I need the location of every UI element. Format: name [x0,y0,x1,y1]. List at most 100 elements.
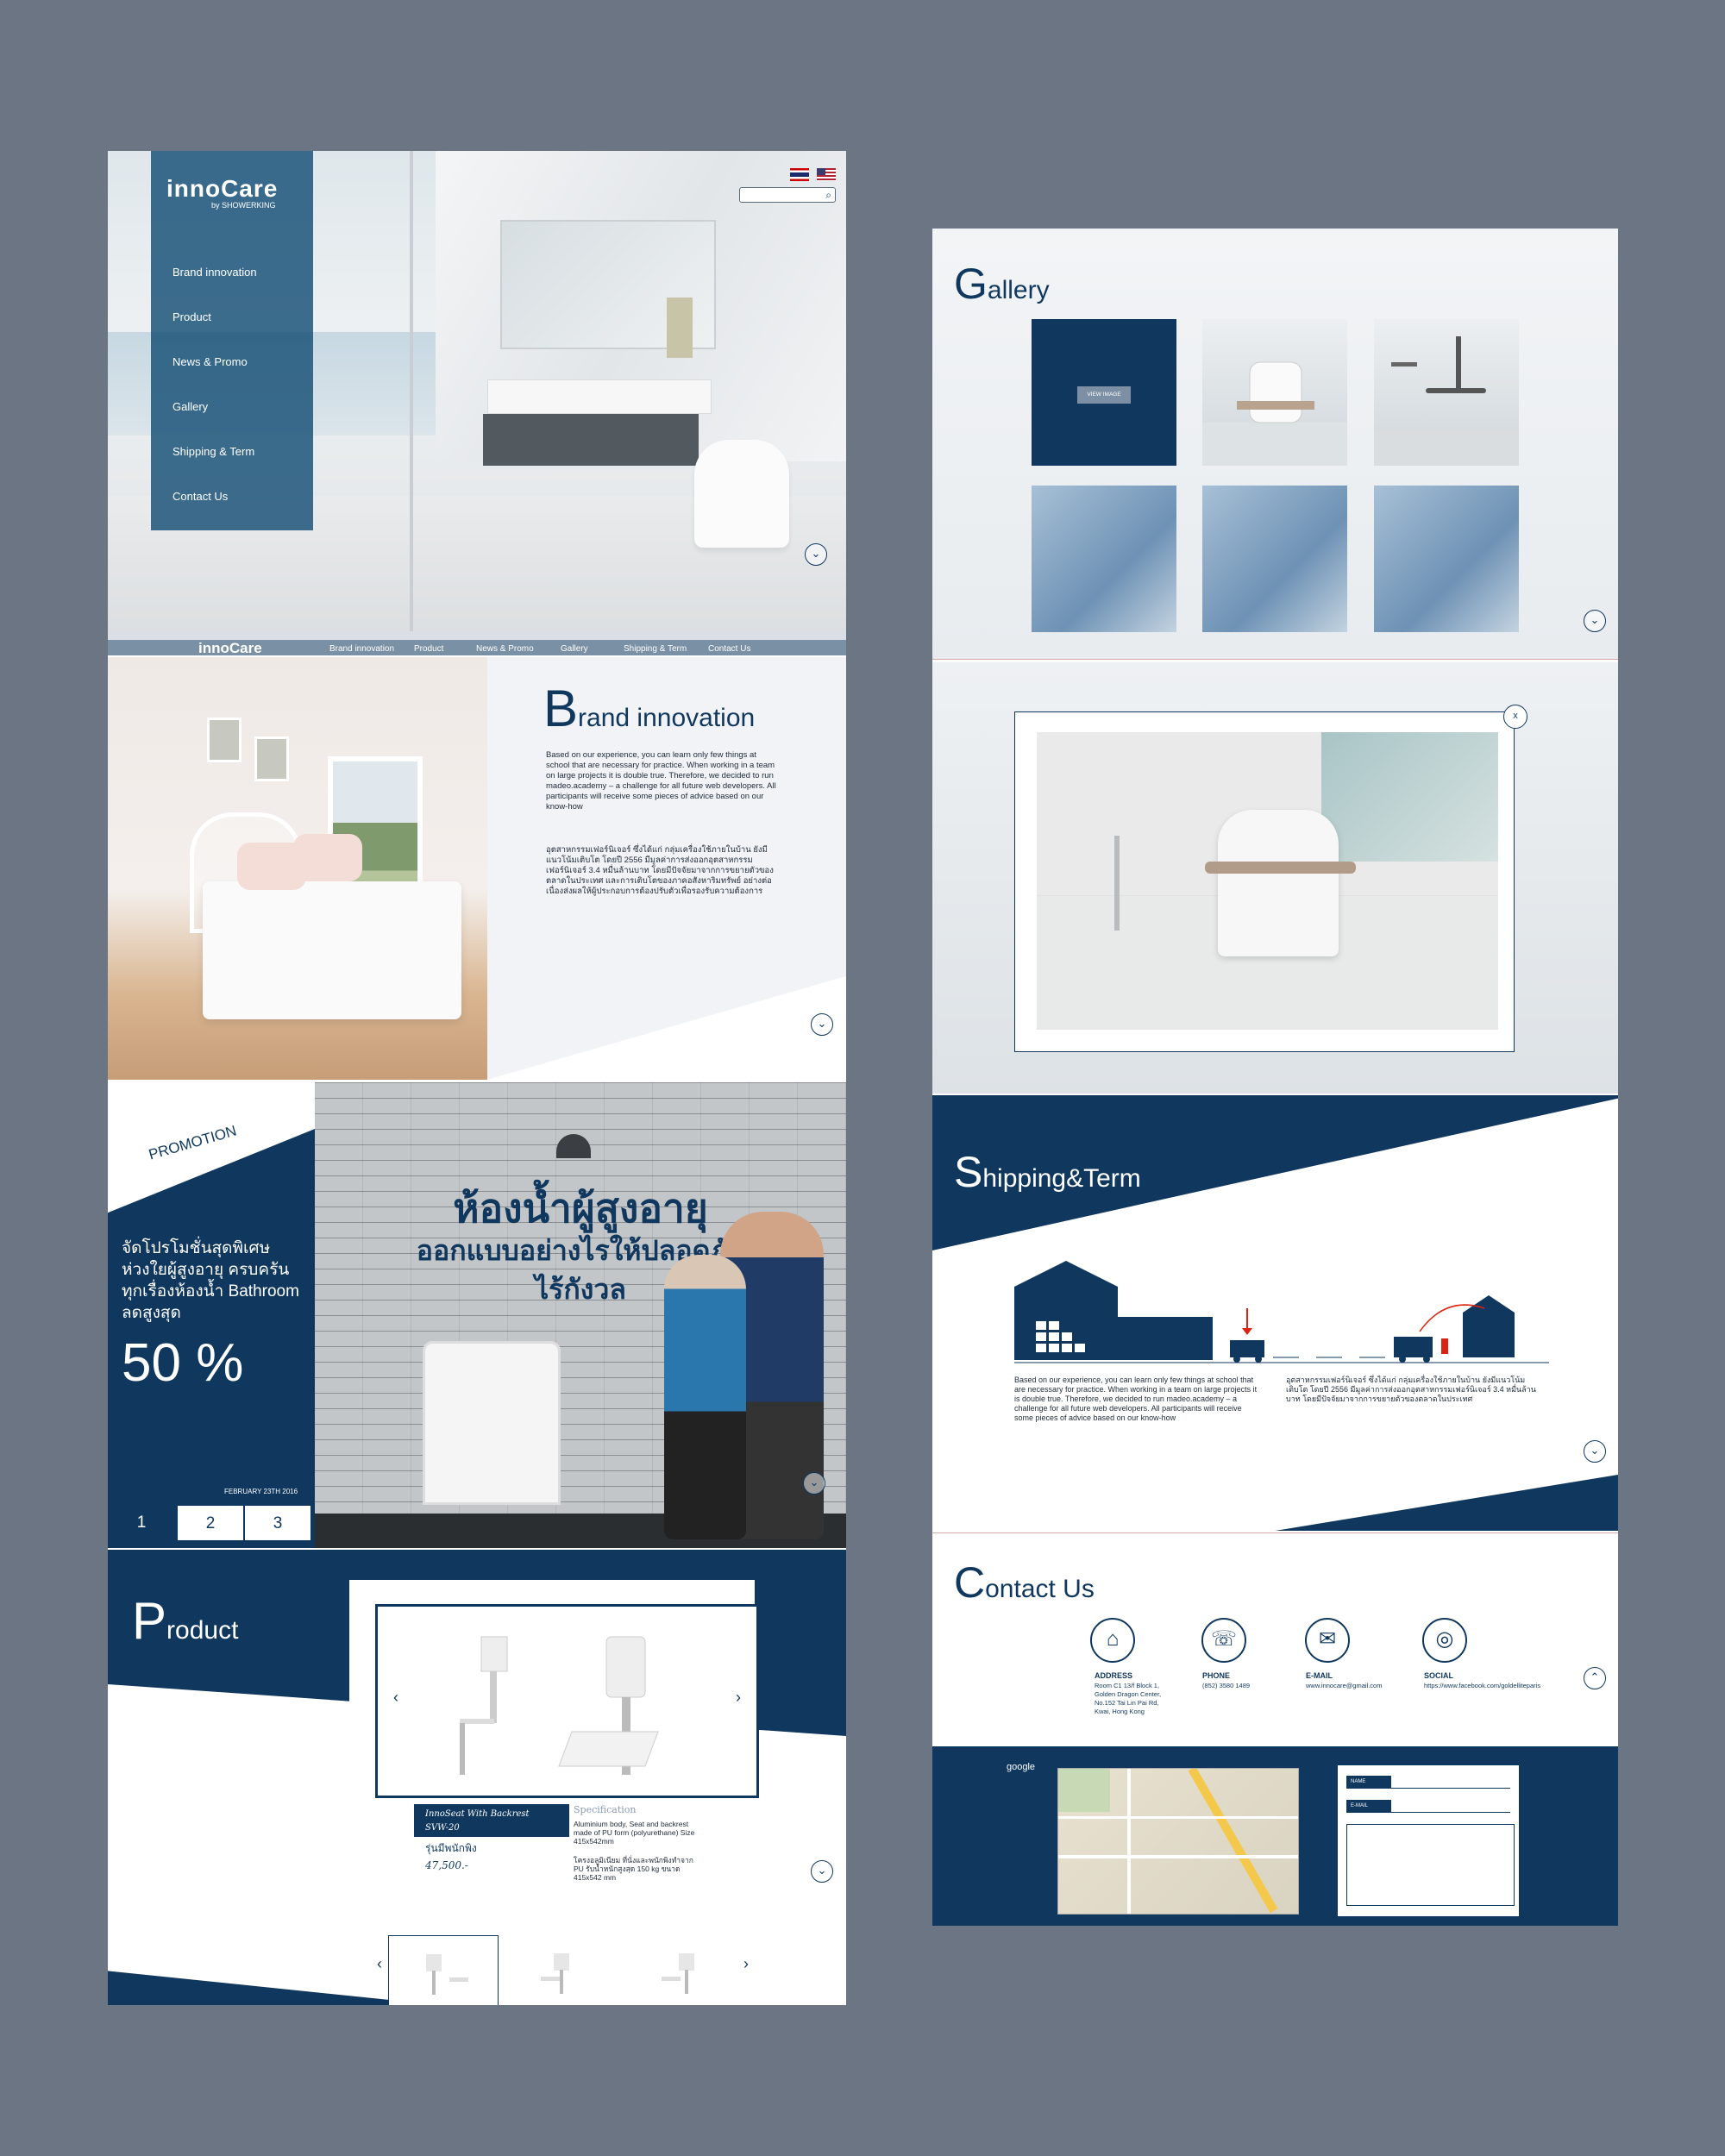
search-input[interactable]: ⌕ [739,187,836,203]
phone-value[interactable]: (852) 3580 1489 [1202,1682,1250,1690]
product-image-frame: ‹ › [375,1604,759,1798]
promotion-text: จัดโปรโมชั่นสุดพิเศษ ห่วงใยผู้สูงอายุ คร… [122,1239,299,1322]
title-initial: G [954,260,988,308]
promotion-section: PROMOTION จัดโปรโมชั่นสุดพิเศษ ห่วงใยผู้… [108,1082,846,1548]
nav-item-gallery[interactable]: Gallery [561,644,588,654]
phone-icon[interactable]: ☏ [1201,1618,1246,1663]
menu-item-gallery[interactable]: Gallery [172,400,208,413]
gallery-tile[interactable] [1202,319,1347,466]
shipping-paragraph-th: อุตสาหกรรมเฟอร์นิเจอร์ ซึ่งได้แก่ กลุ่มเ… [1286,1376,1536,1403]
left-page-column: innoCare by SHOWERKING Brand innovation … [108,151,846,2005]
nav-item-brand-innovation[interactable]: Brand innovation [329,644,394,654]
promotion-percent: 50 % [122,1333,244,1393]
gallery-lightbox-section: x [932,662,1618,1094]
gallery-tile[interactable] [1032,486,1176,632]
scroll-down-icon[interactable]: ⌄ [1584,610,1606,632]
product-thumbnail[interactable] [623,1935,733,2005]
footer-section: google NAME E-MAIL [932,1746,1618,1926]
social-label: SOCIAL [1424,1671,1454,1680]
nav-item-news-promo[interactable]: News & Promo [476,644,534,654]
shipping-bg-bottom [1275,1475,1618,1531]
us-flag-icon[interactable] [817,168,836,181]
menu-item-contact-us[interactable]: Contact Us [172,490,228,503]
right-page-column: Gallery VIEW IMAGE ⌄ x Shipping&Term Bas… [932,229,1618,1926]
brand-innovation-section: Brand innovation Based on our experience… [108,657,846,1080]
email-value[interactable]: www.innocare@gmail.com [1306,1682,1382,1690]
gallery-tile[interactable] [1374,486,1519,632]
scroll-down-icon[interactable]: ⌄ [811,1860,833,1883]
scroll-down-icon[interactable]: ⌄ [805,543,827,566]
google-map[interactable] [1057,1768,1299,1915]
message-field[interactable] [1346,1824,1515,1906]
map-road [1058,1816,1298,1819]
scroll-down-icon[interactable]: ⌄ [1584,1440,1606,1463]
view-image-button[interactable]: VIEW IMAGE [1077,386,1131,404]
brand-paragraph-en: Based on our experience, you can learn o… [546,750,776,812]
image-modal [1014,711,1515,1052]
nav-item-shipping-term[interactable]: Shipping & Term [624,644,687,654]
map-park [1058,1769,1110,1812]
gallery-tile[interactable] [1202,486,1347,632]
promotion-photo: ห้องน้ำผู้สูงอายุ ออกแบบอย่างไรให้ปลอดภั… [315,1082,846,1548]
menu-item-brand-innovation[interactable]: Brand innovation [172,266,257,279]
gallery-tile-selected[interactable]: VIEW IMAGE [1032,319,1176,466]
social-value[interactable]: https://www.facebook.com/goldelliteparis [1424,1682,1540,1690]
nav-item-contact-us[interactable]: Contact Us [708,644,750,654]
phone-label: PHONE [1202,1671,1231,1680]
search-icon[interactable]: ⌕ [825,189,831,202]
social-icon[interactable]: ◎ [1422,1618,1467,1663]
scroll-up-icon[interactable]: ⌃ [1584,1667,1606,1689]
gallery-tile[interactable] [1374,319,1519,466]
scroll-down-icon[interactable]: ⌄ [811,1013,833,1036]
modal-image [1037,732,1498,1030]
title-rest: hipping&Term [982,1164,1141,1193]
hero-glass-panel [410,151,413,631]
hero-toilet [694,440,789,548]
home-icon: ⌂ [1090,1618,1135,1663]
chevron-right-icon[interactable]: › [736,1689,741,1707]
menu-item-product[interactable]: Product [172,310,211,323]
name-field-label: NAME [1346,1776,1391,1789]
thumb-next-icon[interactable]: › [743,1955,749,1973]
sticky-navbar: innoCare Brand innovation Product News &… [108,631,846,657]
title-initial: B [543,680,579,737]
picture-frame [207,718,242,762]
shipping-title: Shipping&Term [954,1147,1141,1197]
shower-chair-thumbnail [1202,361,1347,466]
nav-item-product[interactable]: Product [414,644,443,654]
email-icon[interactable]: ✉ [1305,1618,1350,1663]
menu-item-news-promo[interactable]: News & Promo [172,355,248,368]
brand-logo[interactable]: innoCare [166,175,278,203]
frosted-window [1321,732,1498,862]
menu-item-shipping-term[interactable]: Shipping & Term [172,445,254,458]
pager-3[interactable]: 3 [244,1505,311,1541]
gallery-title: Gallery [954,259,1050,309]
chevron-left-icon[interactable]: ‹ [393,1689,398,1707]
thumbnail-image [541,1953,569,1994]
close-modal-button[interactable]: x [1503,705,1527,729]
pager-2[interactable]: 2 [177,1505,244,1541]
gallery-section: Gallery VIEW IMAGE ⌄ [932,229,1618,660]
email-label: E-MAIL [1306,1671,1333,1680]
pillow [293,834,362,881]
name-field[interactable] [1391,1776,1510,1789]
email-field[interactable] [1391,1800,1510,1813]
map-road [1058,1855,1298,1858]
hero-towel [667,298,693,358]
product-thumbnail[interactable] [506,1935,617,2005]
navbar-logo[interactable]: innoCare [198,640,262,657]
shower-chair [1218,810,1339,956]
title-rest: rand innovation [578,704,756,732]
hero-vanity-top [487,379,712,414]
hero-section: innoCare by SHOWERKING Brand innovation … [108,151,846,631]
product-thumbnail[interactable] [388,1935,499,2005]
shipping-section: Shipping&Term Based on our experience, y… [932,1095,1618,1531]
pager-1[interactable]: 1 [108,1505,175,1541]
thai-flag-icon[interactable] [790,168,809,181]
brand-innovation-title: Brand innovation [543,679,755,738]
title-initial: P [132,1592,167,1650]
title-rest: ontact Us [985,1575,1095,1603]
picture-frame [254,736,289,781]
title-rest: roduct [166,1616,239,1645]
scroll-down-icon[interactable]: ⌄ [803,1472,825,1495]
